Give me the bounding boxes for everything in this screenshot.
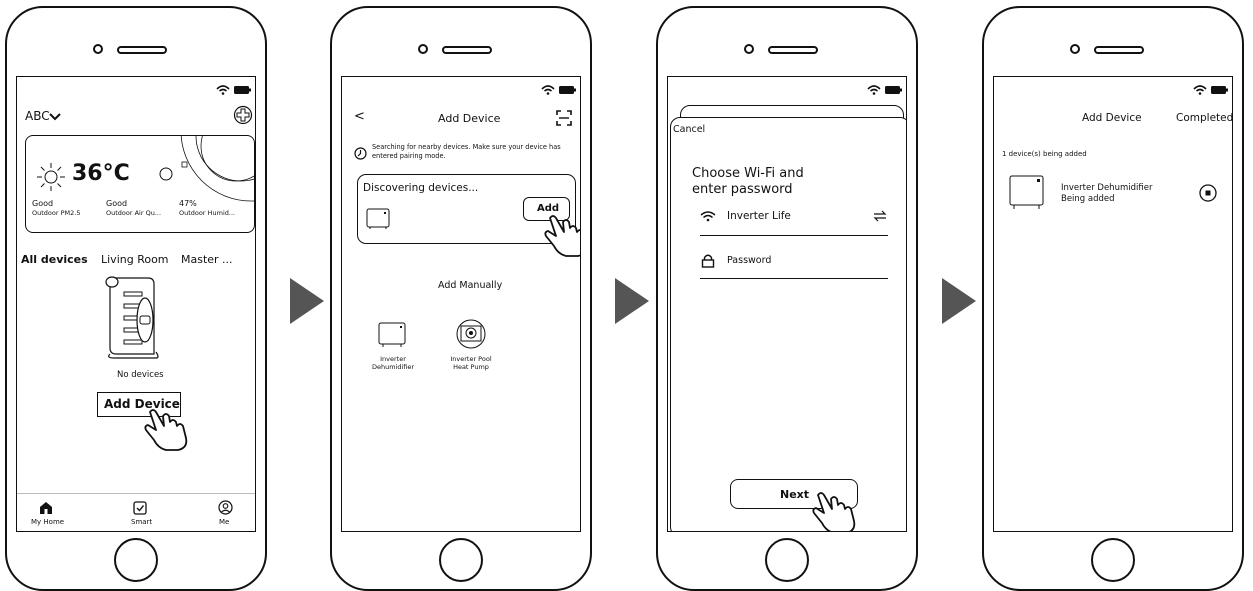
nav-divider [17,493,255,494]
stop-icon[interactable] [1199,184,1217,202]
stat-value: Good [106,199,128,208]
speaker-slot [768,46,818,54]
phone-frame-1: ABC 36°C Good Outdoor PM2.5 Good Outdoor… [5,6,267,591]
page-title: Add Device [438,112,501,125]
hand-pointer-icon [144,409,188,451]
wifi-heading: Choose Wi-Fi and [692,166,804,181]
sun-icon [37,163,65,191]
page-title: Add Device [1082,112,1142,124]
screen-wifi: Cancel Choose Wi-Fi and enter password I… [667,76,907,532]
scroll-icon [105,276,159,359]
camera-dot [93,44,103,54]
speaker-slot [442,46,492,54]
back-button[interactable]: < [354,109,365,124]
home-button[interactable] [765,538,809,582]
cancel-button[interactable]: Cancel [673,124,705,135]
dehumidifier-icon [366,208,390,229]
weather-card[interactable]: 36°C Good Outdoor PM2.5 Good Outdoor Air… [25,135,255,233]
camera-dot [744,44,754,54]
heat-pump-icon[interactable] [455,318,487,350]
device-status: Being added [1061,194,1115,204]
screen-adding: Add Device Completed 1 device(s) being a… [993,76,1233,532]
device-option-label[interactable]: Inverter Pool Heat Pump [442,355,500,371]
camera-dot [418,44,428,54]
play-arrow-icon [290,278,324,324]
phone-frame-3: Cancel Choose Wi-Fi and enter password I… [656,6,918,591]
home-button[interactable] [439,538,483,582]
room-tab[interactable]: Master ... [181,253,233,266]
room-tab[interactable]: Living Room [101,253,169,266]
wifi-heading: enter password [692,182,793,197]
stat-label: Outdoor Humid... [179,209,236,217]
speaker-slot [1094,46,1144,54]
user-icon[interactable] [218,500,233,515]
home-icon[interactable] [39,501,53,515]
nav-label[interactable]: Smart [131,518,152,526]
check-square-icon[interactable] [133,500,147,516]
swap-icon[interactable] [873,210,887,222]
completed-button[interactable]: Completed [1176,112,1232,124]
wifi-icon [867,85,902,95]
temperature-value: 36°C [72,161,130,186]
screen-home: ABC 36°C Good Outdoor PM2.5 Good Outdoor… [16,76,256,532]
wifi-icon [541,85,576,95]
stat-label: Outdoor Air Qu... [106,209,162,217]
stat-label: Outdoor PM2.5 [32,209,81,217]
pairing-hint: Searching for nearby devices. Make sure … [372,143,561,160]
lock-icon [701,254,715,268]
stat-value: 47% [179,199,197,208]
device-option-label[interactable]: Inverter Dehumidifier [364,355,422,371]
phone-frame-4: Add Device Completed 1 device(s) being a… [982,6,1244,591]
discovering-text: Discovering devices... [363,182,479,194]
chevron-down-icon[interactable] [49,112,61,122]
play-arrow-icon [942,278,976,324]
empty-state-text: No devices [117,370,164,380]
adding-count: 1 device(s) being added [1002,150,1087,158]
nav-label[interactable]: My Home [31,518,64,526]
password-input[interactable]: Password [727,255,771,266]
screen-add-device: < Add Device Searching for nearby device… [341,76,581,532]
next-button-label: Next [780,488,810,501]
plus-circle-icon[interactable] [233,105,253,125]
stat-value: Good [32,199,54,208]
wifi-network-name[interactable]: Inverter Life [727,210,791,222]
dehumidifier-icon [1009,175,1044,209]
phone-frame-2: < Add Device Searching for nearby device… [330,6,592,591]
hand-pointer-icon [544,215,580,257]
home-button[interactable] [1091,538,1135,582]
manual-section-title: Add Manually [438,280,503,291]
wifi-underline [700,235,888,236]
password-underline [700,278,888,279]
wifi-icon [700,211,716,222]
speaker-slot [117,46,167,54]
account-name[interactable]: ABC [25,109,50,123]
device-name: Inverter Dehumidifier [1061,183,1153,193]
room-tab-active[interactable]: All devices [21,253,88,266]
nav-label[interactable]: Me [219,518,229,526]
dehumidifier-icon[interactable] [378,321,408,349]
home-button[interactable] [114,538,158,582]
wifi-icon [1193,85,1228,95]
play-arrow-icon [615,278,649,324]
hand-pointer-icon [812,492,856,531]
scan-icon[interactable] [556,110,572,126]
clock-icon [354,147,367,160]
camera-dot [1070,44,1080,54]
wifi-icon [216,85,251,95]
